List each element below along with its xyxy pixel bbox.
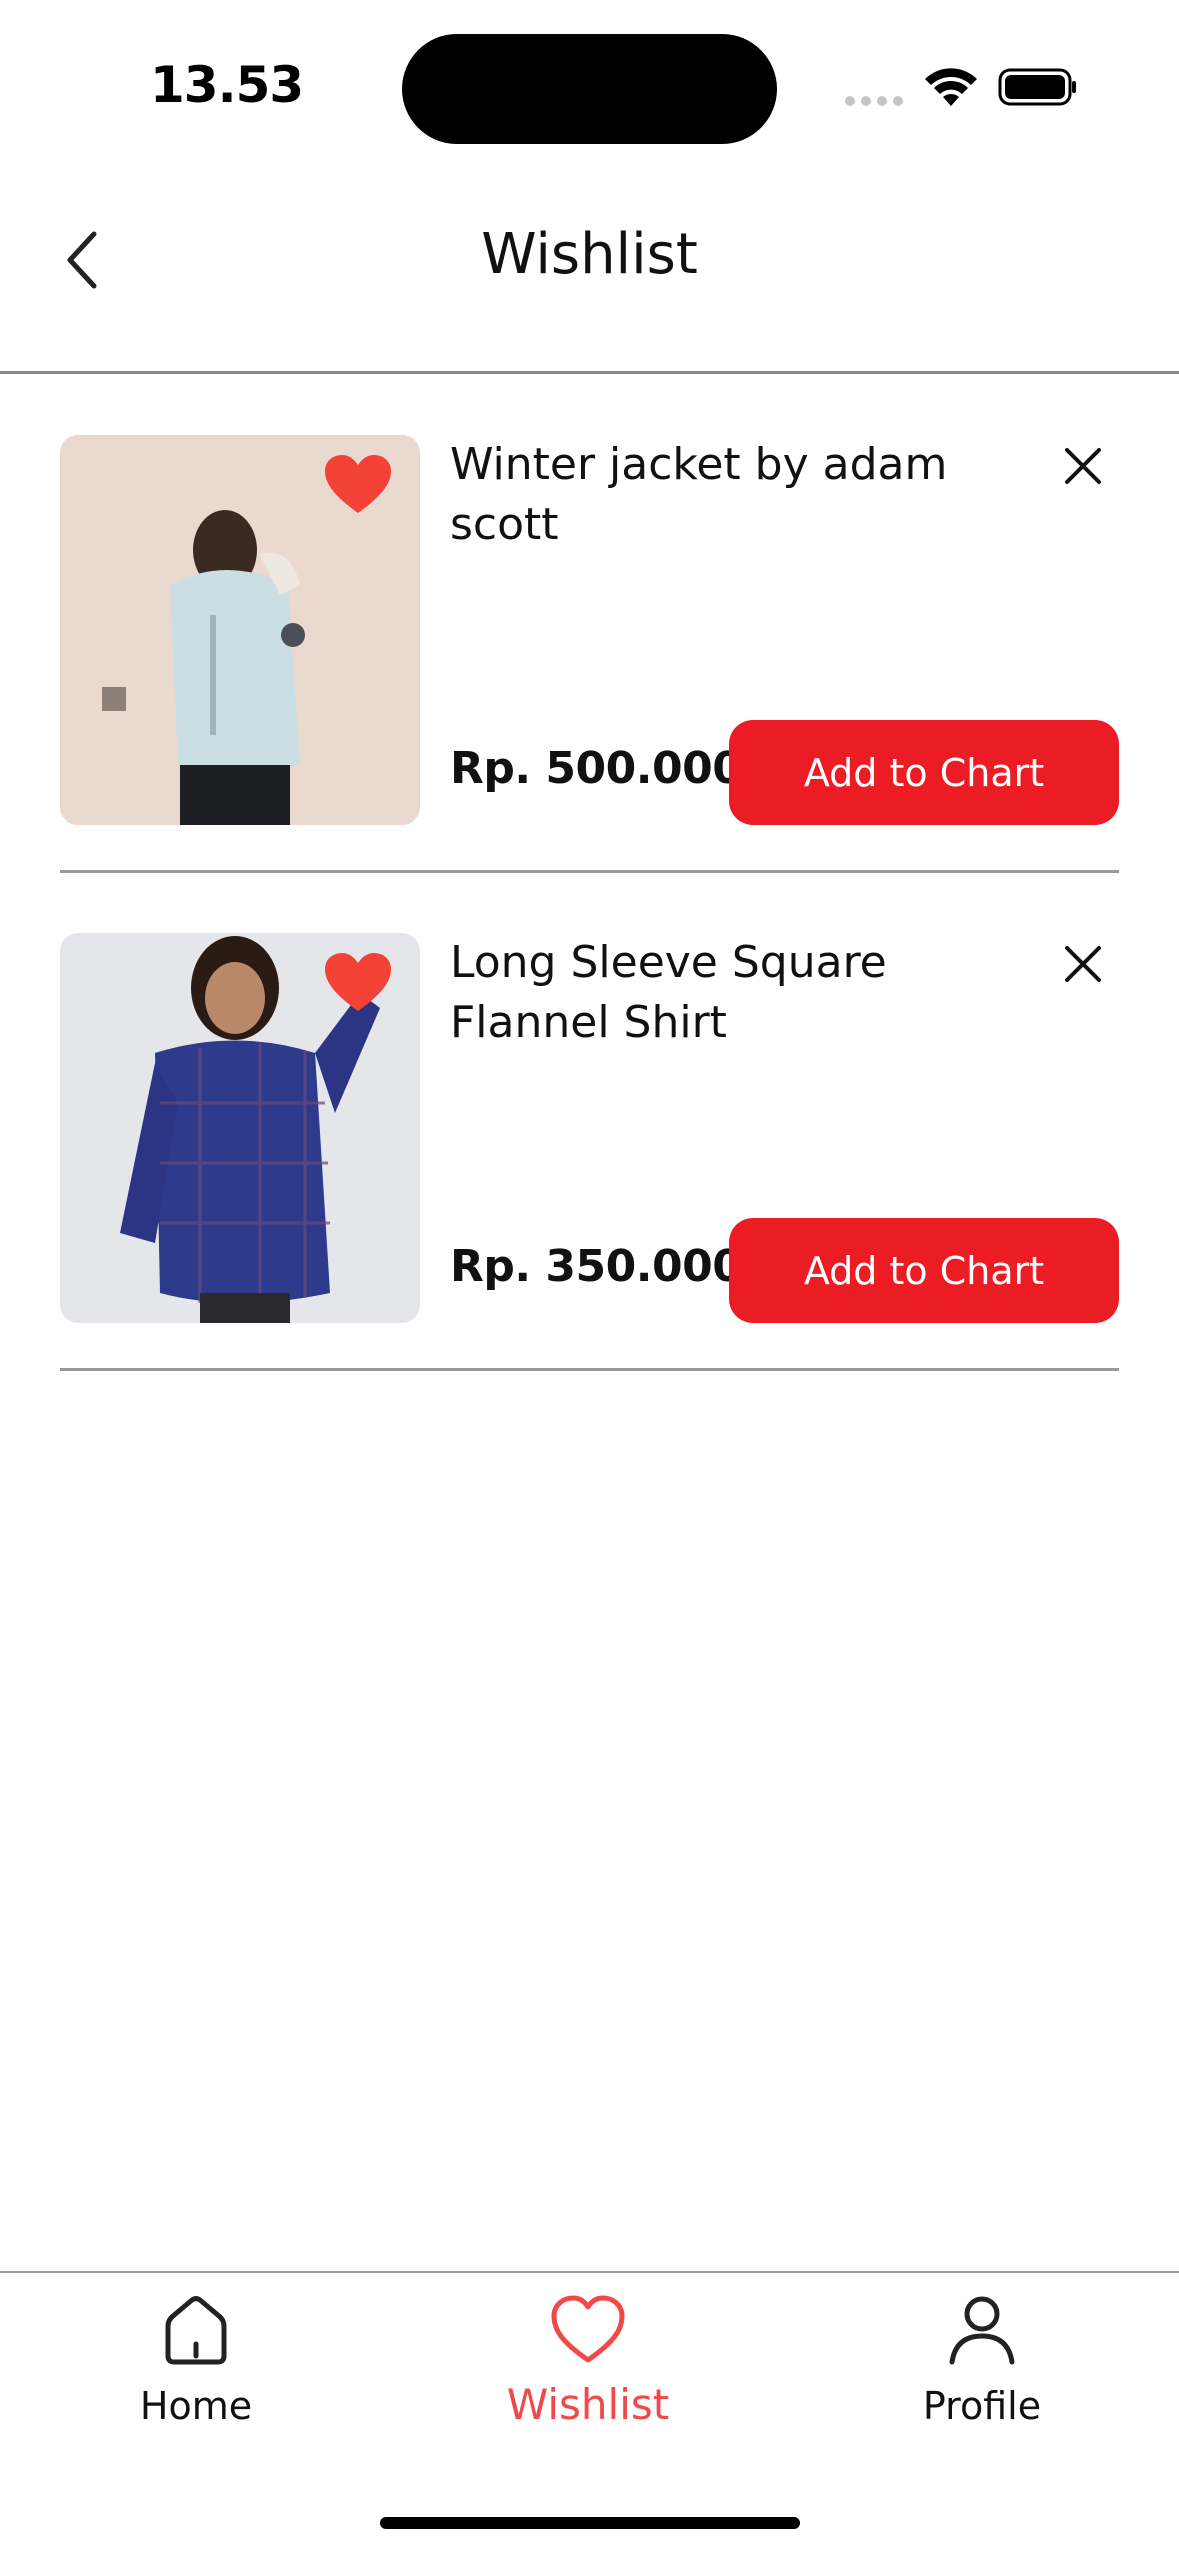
- nav-label-wishlist: Wishlist: [506, 2380, 670, 2429]
- wifi-icon: [925, 68, 977, 106]
- add-to-cart-button[interactable]: Add to Chart: [729, 1218, 1119, 1323]
- product-title[interactable]: Winter jacket by adam scott: [450, 435, 1060, 555]
- bottom-nav-divider: [0, 2271, 1179, 2273]
- dynamic-island: [402, 34, 777, 144]
- status-time: 13.53: [150, 56, 304, 114]
- cellular-signal-icon: [845, 96, 903, 106]
- nav-label-profile: Profile: [922, 2384, 1042, 2428]
- item-divider: [60, 870, 1119, 873]
- home-icon: [165, 2296, 227, 2365]
- page-title: Wishlist: [481, 222, 698, 287]
- heart-icon: [551, 2295, 625, 2363]
- favorite-heart-icon[interactable]: [323, 951, 393, 1015]
- favorite-heart-icon[interactable]: [323, 453, 393, 517]
- remove-button[interactable]: [1058, 441, 1108, 491]
- nav-item-wishlist[interactable]: Wishlist: [458, 2290, 718, 2450]
- remove-button[interactable]: [1058, 939, 1108, 989]
- nav-item-home[interactable]: Home: [66, 2290, 326, 2450]
- user-icon: [949, 2296, 1015, 2365]
- wishlist-item: Winter jacket by adam scott Rp. 500.000 …: [60, 435, 1119, 825]
- product-title[interactable]: Long Sleeve Square Flannel Shirt: [450, 933, 1060, 1053]
- home-indicator: [380, 2517, 800, 2529]
- close-icon: [1065, 448, 1101, 484]
- nav-label-home: Home: [139, 2384, 253, 2428]
- wishlist-item: Long Sleeve Square Flannel Shirt Rp. 350…: [60, 933, 1119, 1323]
- add-to-cart-button[interactable]: Add to Chart: [729, 720, 1119, 825]
- product-price: Rp. 500.000: [450, 743, 743, 794]
- close-icon: [1065, 946, 1101, 982]
- header-divider: [0, 371, 1179, 374]
- product-price: Rp. 350.000: [450, 1241, 743, 1292]
- product-image[interactable]: [60, 933, 420, 1323]
- item-divider: [60, 1368, 1119, 1371]
- nav-item-profile[interactable]: Profile: [852, 2290, 1112, 2450]
- product-image[interactable]: [60, 435, 420, 825]
- battery-icon: [998, 68, 1076, 106]
